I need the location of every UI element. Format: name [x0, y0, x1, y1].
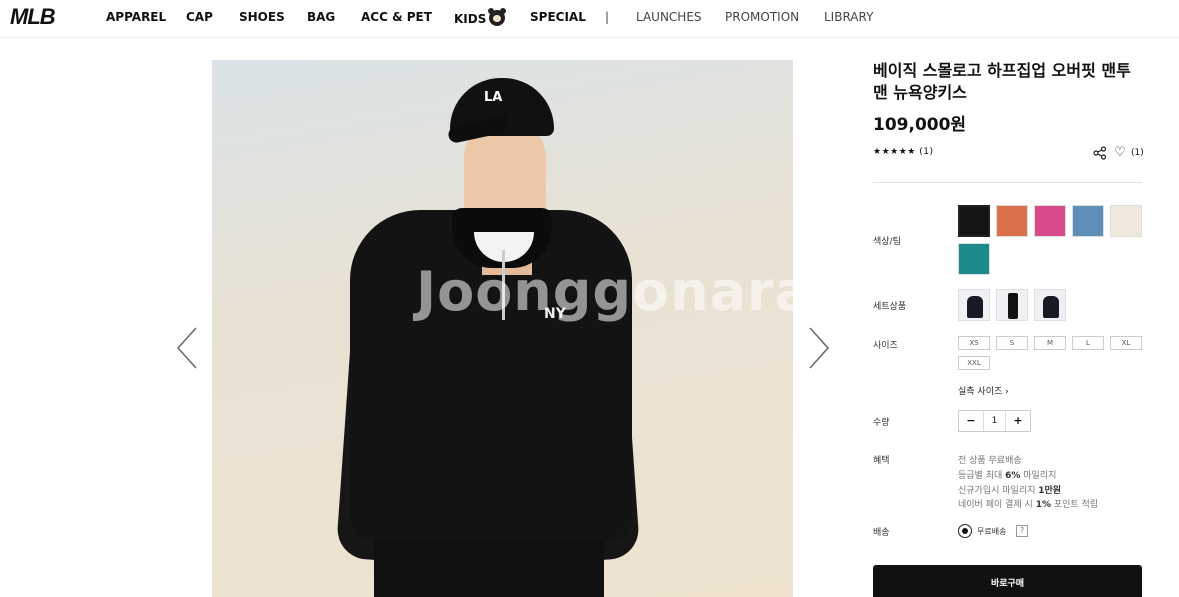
color-swatch[interactable] — [1034, 205, 1066, 237]
prev-image-arrow[interactable] — [176, 327, 198, 369]
product-title: 베이직 스몰로고 하프집업 오버핏 맨투맨 뉴욕양키스 — [873, 61, 1131, 102]
top-nav: MLB APPAREL CAP SHOES BAG ACC & PET KIDS… — [0, 0, 1179, 38]
next-image-arrow[interactable] — [808, 327, 830, 369]
set-label: 세트상품 — [873, 302, 907, 312]
cap-logo: LA — [484, 90, 503, 105]
size-option-s[interactable]: S — [996, 336, 1028, 350]
chevron-left-icon — [176, 327, 197, 369]
size-option-xxl[interactable]: XXL — [958, 356, 990, 370]
size-guide-label: 실측 사이즈 — [958, 387, 1003, 397]
divider — [873, 182, 1142, 183]
review-count: (1) — [919, 147, 934, 157]
heart-icon[interactable]: ♡ — [1114, 146, 1126, 160]
nav-kids-label: KIDS — [454, 12, 487, 26]
nav-launches[interactable]: LAUNCHES — [636, 10, 702, 24]
color-swatch[interactable] — [996, 205, 1028, 237]
bear-icon — [488, 8, 507, 26]
set-item-pants[interactable] — [996, 289, 1028, 321]
nav-cap[interactable]: CAP — [186, 10, 213, 24]
nav-library[interactable]: LIBRARY — [824, 10, 873, 24]
nav-shoes[interactable]: SHOES — [239, 10, 285, 24]
color-label: 색상/팀 — [873, 237, 901, 247]
size-option-m[interactable]: M — [1034, 336, 1066, 350]
qty-value[interactable]: 1 — [983, 411, 1006, 431]
watermark: Joonggonara — [416, 260, 793, 323]
qty-minus-button[interactable]: − — [959, 411, 983, 431]
chevron-right-icon: › — [1005, 387, 1009, 397]
size-option-l[interactable]: L — [1072, 336, 1104, 350]
shipping-label: 배송 — [873, 528, 890, 538]
buy-now-button[interactable]: 바로구매 — [873, 565, 1142, 597]
nav-separator: | — [605, 10, 610, 24]
benefit-line: 등급별 최대 6% 마일리지 — [958, 471, 1057, 481]
set-item-top-alt[interactable] — [1034, 289, 1066, 321]
set-item-top[interactable] — [958, 289, 990, 321]
product-image[interactable]: LA NY Joonggonara — [212, 60, 793, 597]
benefit-label: 혜택 — [873, 456, 890, 466]
nav-apparel[interactable]: APPAREL — [106, 10, 166, 24]
nav-acc-pet[interactable]: ACC & PET — [361, 10, 432, 24]
nav-special[interactable]: SPECIAL — [530, 10, 586, 24]
color-swatch[interactable] — [1072, 205, 1104, 237]
nav-kids[interactable]: KIDS — [454, 8, 507, 26]
size-option-xs[interactable]: XS — [958, 336, 990, 350]
shipping-option[interactable]: 무료배송 — [977, 526, 1006, 537]
size-option-xl[interactable]: XL — [1110, 336, 1142, 350]
size-label: 사이즈 — [873, 341, 898, 351]
model-pants — [374, 538, 604, 597]
shipping-radio[interactable] — [958, 524, 972, 538]
nav-bag[interactable]: BAG — [307, 10, 335, 24]
chevron-right-icon — [809, 327, 830, 369]
color-swatch[interactable] — [958, 205, 990, 237]
product-price: 109,000원 — [873, 115, 967, 135]
benefit-line: 전 상품 무료배송 — [958, 456, 1022, 466]
like-count: (1) — [1131, 148, 1144, 158]
qty-plus-button[interactable]: + — [1006, 411, 1030, 431]
mlb-logo[interactable]: MLB — [10, 4, 56, 30]
rating[interactable]: ★★★★★ (1) — [873, 147, 933, 157]
benefit-line: 신규가입시 마일리지 1만원 — [958, 486, 1062, 496]
size-guide-link[interactable]: 실측 사이즈 › — [958, 384, 1009, 397]
quantity-stepper: − 1 + — [958, 410, 1031, 432]
share-icon[interactable] — [1093, 146, 1107, 160]
qty-label: 수량 — [873, 418, 890, 428]
color-swatch[interactable] — [1110, 205, 1142, 237]
benefit-line: 네이버 페이 결제 시 1% 포인트 적립 — [958, 500, 1099, 510]
nav-promotion[interactable]: PROMOTION — [725, 10, 799, 24]
color-swatch[interactable] — [958, 243, 990, 275]
help-icon[interactable]: ? — [1016, 525, 1028, 537]
rating-stars: ★★★★★ — [873, 147, 916, 157]
